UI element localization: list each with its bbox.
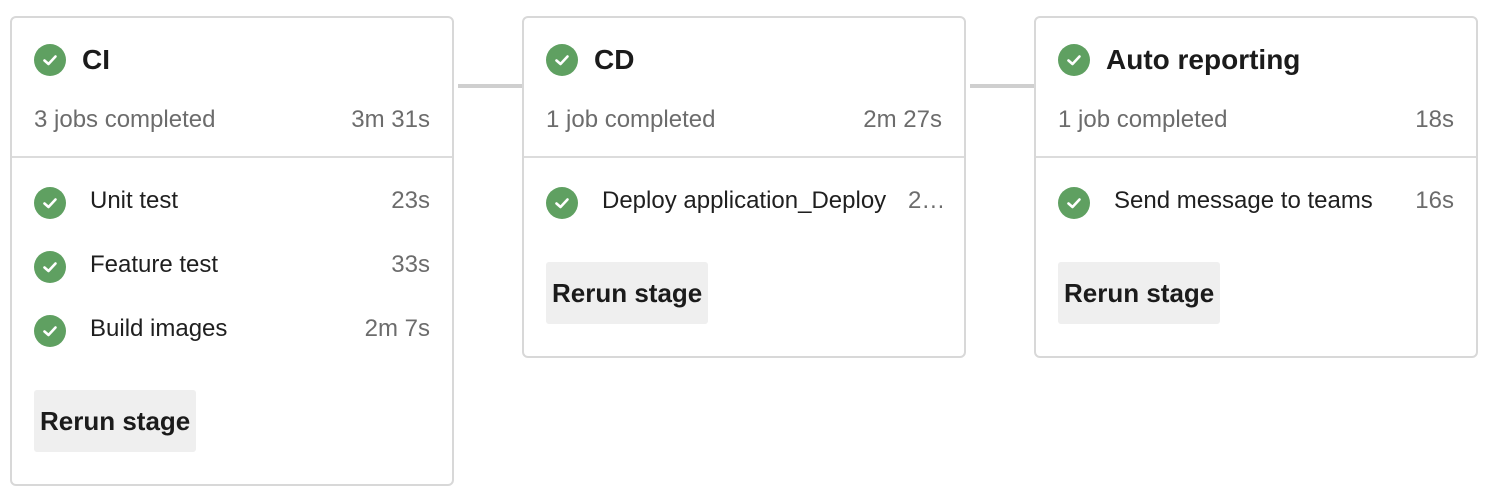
job-duration: 16s bbox=[1415, 187, 1454, 214]
job-list: Unit test 23s Feature test 33s Build ima… bbox=[12, 158, 452, 378]
job-row-build-images[interactable]: Build images 2m 7s bbox=[12, 314, 452, 378]
stage-card-cd[interactable]: CD 1 job completed 2m 27s Deploy applica… bbox=[522, 16, 966, 358]
stage-jobs-summary: 1 job completed bbox=[546, 106, 716, 133]
check-circle-icon bbox=[34, 187, 66, 219]
job-row-feature-test[interactable]: Feature test 33s bbox=[12, 250, 452, 314]
rerun-stage-button[interactable]: Rerun stage bbox=[34, 390, 197, 452]
stage-card-ci[interactable]: CI 3 jobs completed 3m 31s Unit test 23s… bbox=[10, 16, 454, 486]
job-name: Send message to teams bbox=[1114, 187, 1373, 214]
check-circle-icon bbox=[34, 315, 66, 347]
rerun-stage-button[interactable]: Rerun stage bbox=[546, 262, 709, 324]
stage-connector-ci-cd bbox=[458, 84, 524, 88]
stage-header[interactable]: Auto reporting 1 job completed 18s bbox=[1036, 18, 1476, 158]
job-list: Send message to teams 16s bbox=[1036, 158, 1476, 250]
job-duration: 2m 7s bbox=[364, 315, 430, 342]
stage-duration: 18s bbox=[1415, 106, 1454, 133]
job-duration: 33s bbox=[391, 251, 430, 278]
job-duration: 23s bbox=[391, 187, 430, 214]
stage-connector-cd-reporting bbox=[970, 84, 1036, 88]
stage-summary: 3 jobs completed 3m 31s bbox=[34, 106, 430, 134]
job-row-unit-test[interactable]: Unit test 23s bbox=[12, 186, 452, 250]
stage-card-auto-reporting[interactable]: Auto reporting 1 job completed 18s Send … bbox=[1034, 16, 1478, 358]
stage-header[interactable]: CI 3 jobs completed 3m 31s bbox=[12, 18, 452, 158]
stage-title: Auto reporting bbox=[1106, 44, 1301, 75]
rerun-stage-button[interactable]: Rerun stage bbox=[1058, 262, 1221, 324]
job-name: Deploy application_Deploy bbox=[602, 187, 887, 214]
job-row-send-message[interactable]: Send message to teams 16s bbox=[1036, 186, 1476, 250]
stage-title-row: CD bbox=[546, 44, 634, 76]
stage-header[interactable]: CD 1 job completed 2m 27s bbox=[524, 18, 964, 158]
check-circle-icon bbox=[546, 44, 578, 76]
stage-summary: 1 job completed 2m 27s bbox=[546, 106, 942, 134]
job-duration: 2m 25s bbox=[908, 187, 942, 214]
stage-summary: 1 job completed 18s bbox=[1058, 106, 1454, 134]
check-circle-icon bbox=[1058, 187, 1090, 219]
job-name: Build images bbox=[90, 315, 228, 342]
check-circle-icon bbox=[546, 187, 578, 219]
check-circle-icon bbox=[34, 44, 66, 76]
check-circle-icon bbox=[34, 251, 66, 283]
stage-duration: 2m 27s bbox=[863, 106, 942, 133]
stage-title-row: Auto reporting bbox=[1058, 44, 1300, 76]
stage-title: CD bbox=[594, 44, 635, 75]
stage-jobs-summary: 3 jobs completed bbox=[34, 106, 216, 133]
job-name: Unit test bbox=[90, 187, 179, 214]
job-name: Feature test bbox=[90, 251, 219, 278]
job-list: Deploy application_Deploy 2m 25s bbox=[524, 158, 964, 250]
stage-jobs-summary: 1 job completed bbox=[1058, 106, 1228, 133]
job-row-deploy-application[interactable]: Deploy application_Deploy 2m 25s bbox=[524, 186, 964, 250]
stage-title: CI bbox=[82, 44, 110, 75]
stage-title-row: CI bbox=[34, 44, 110, 76]
check-circle-icon bbox=[1058, 44, 1090, 76]
stage-duration: 3m 31s bbox=[351, 106, 430, 133]
